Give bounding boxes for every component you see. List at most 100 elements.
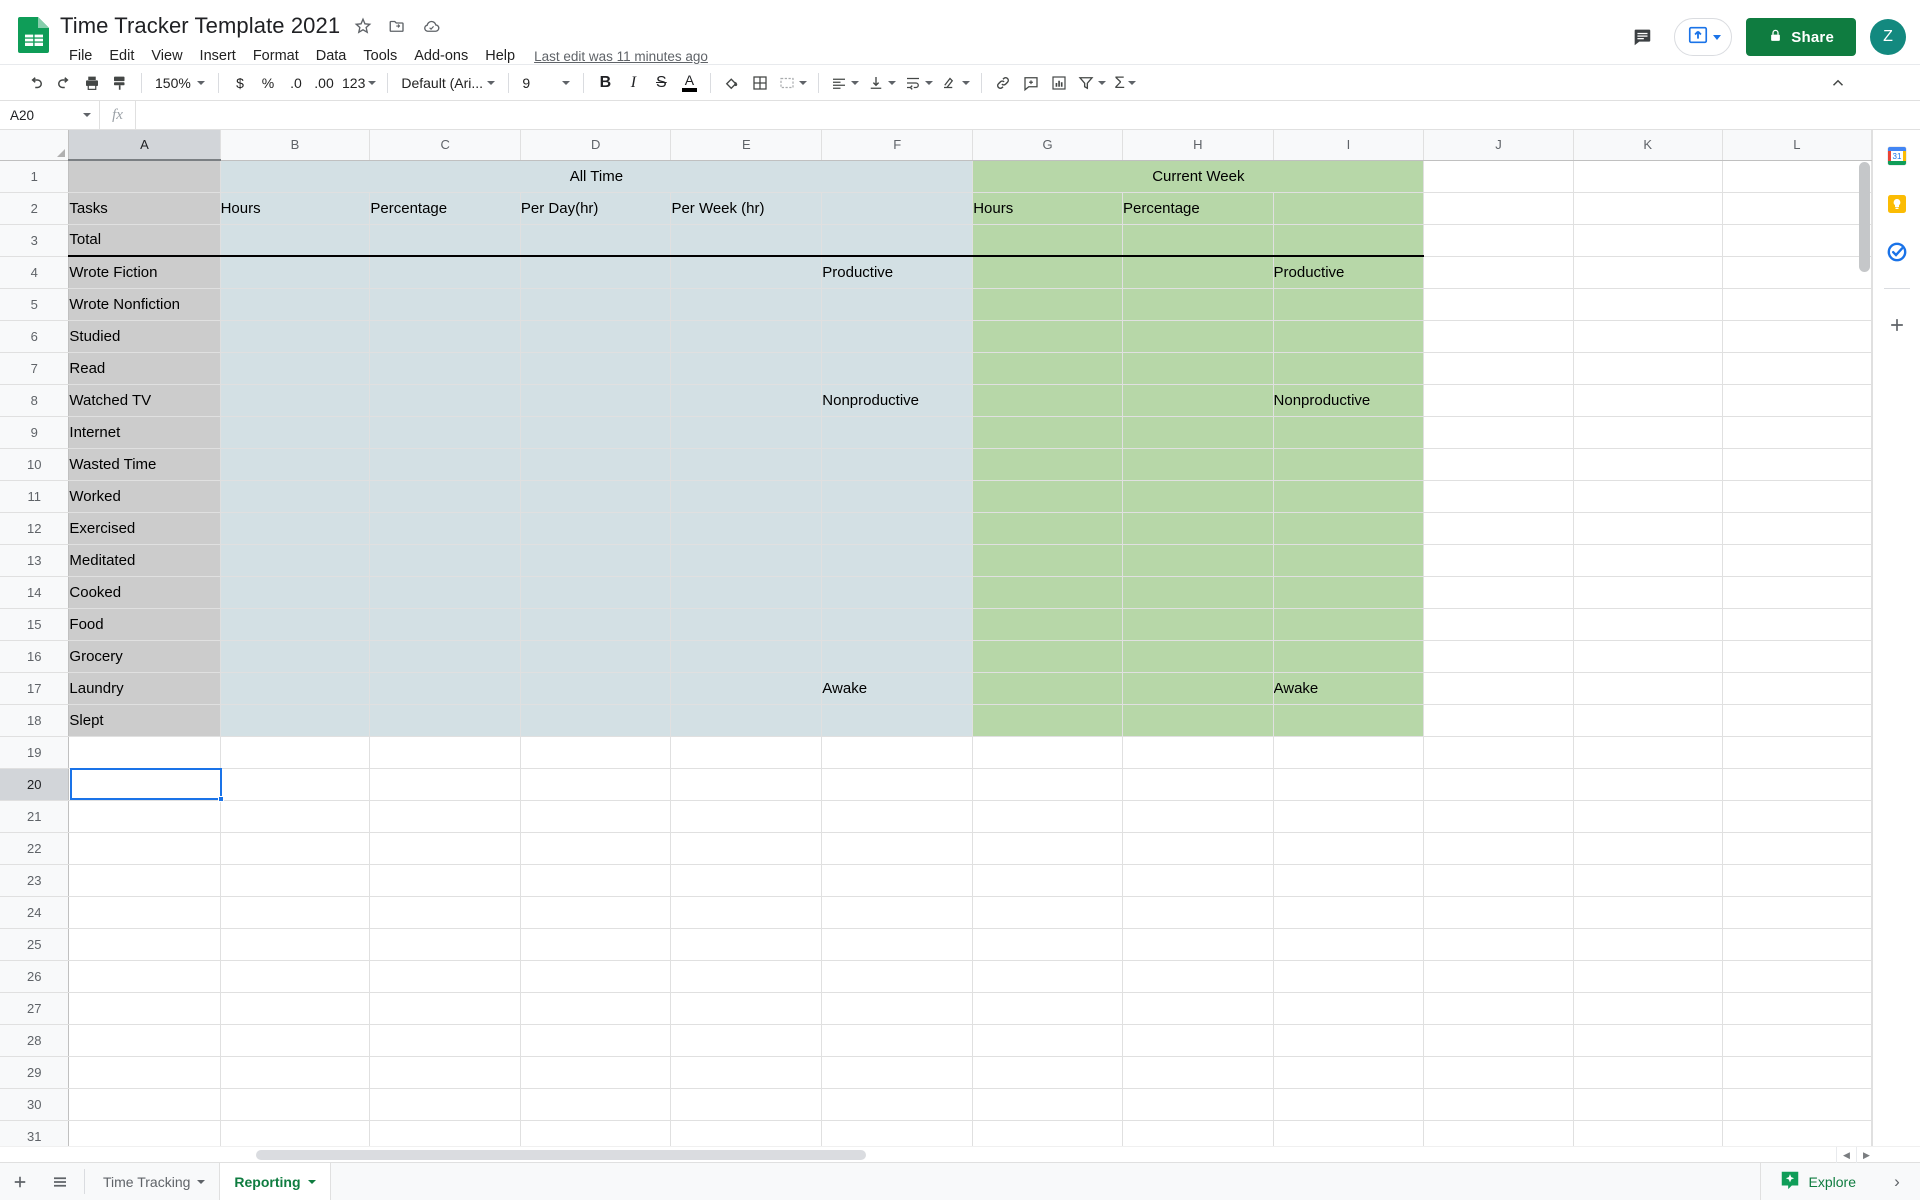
cell-E14[interactable] xyxy=(670,576,823,609)
avatar[interactable]: Z xyxy=(1870,19,1906,55)
cell-H16[interactable] xyxy=(1122,640,1274,673)
cell-E31[interactable] xyxy=(670,1120,823,1146)
cell-D7[interactable] xyxy=(520,352,672,385)
cell-A9[interactable]: Internet xyxy=(68,416,221,449)
formula-input[interactable] xyxy=(136,101,1920,129)
cell-B19[interactable] xyxy=(220,736,371,769)
cell-H14[interactable] xyxy=(1122,576,1274,609)
cell-I27[interactable] xyxy=(1273,992,1425,1025)
cell-F5[interactable] xyxy=(821,288,974,321)
cell-B18[interactable] xyxy=(220,704,371,737)
cell-D21[interactable] xyxy=(520,800,672,833)
explore-button[interactable]: Explore xyxy=(1759,1163,1874,1200)
cell-A26[interactable] xyxy=(68,960,221,993)
name-box[interactable]: A20 xyxy=(0,101,100,129)
cell-B28[interactable] xyxy=(220,1024,371,1057)
cell-K3[interactable] xyxy=(1573,224,1723,257)
chevron-down-icon[interactable] xyxy=(83,113,91,117)
cell-B25[interactable] xyxy=(220,928,371,961)
cell-L12[interactable] xyxy=(1722,512,1872,545)
cell-L5[interactable] xyxy=(1722,288,1872,321)
cell-B11[interactable] xyxy=(220,480,371,513)
cell-F20[interactable] xyxy=(821,768,974,801)
cell-C14[interactable] xyxy=(369,576,521,609)
cell-I10[interactable] xyxy=(1273,448,1425,481)
cell-A8[interactable]: Watched TV xyxy=(68,384,221,417)
cell-J24[interactable] xyxy=(1423,896,1574,929)
row-header-29[interactable]: 29 xyxy=(0,1056,70,1089)
cell-E6[interactable] xyxy=(670,320,823,353)
row-header-4[interactable]: 4 xyxy=(0,256,70,289)
cell-J2[interactable] xyxy=(1423,192,1574,225)
cell-G3[interactable] xyxy=(972,224,1123,257)
cell-G16[interactable] xyxy=(972,640,1123,673)
cell-banner-current-week[interactable]: Current Week xyxy=(972,160,1425,193)
cell-A19[interactable] xyxy=(68,736,221,769)
cell-K4[interactable] xyxy=(1573,256,1723,289)
cell-C30[interactable] xyxy=(369,1088,521,1121)
cell-H2[interactable]: Percentage xyxy=(1122,192,1274,225)
cell-G9[interactable] xyxy=(972,416,1123,449)
cell-G29[interactable] xyxy=(972,1056,1123,1089)
cell-B22[interactable] xyxy=(220,832,371,865)
cell-K18[interactable] xyxy=(1573,704,1723,737)
row-header-13[interactable]: 13 xyxy=(0,544,70,577)
cell-J15[interactable] xyxy=(1423,608,1574,641)
cell-G19[interactable] xyxy=(972,736,1123,769)
cell-C24[interactable] xyxy=(369,896,521,929)
cell-J22[interactable] xyxy=(1423,832,1574,865)
cell-D8[interactable] xyxy=(520,384,672,417)
filter-icon[interactable] xyxy=(1073,69,1110,97)
row-header-28[interactable]: 28 xyxy=(0,1024,70,1057)
cell-G23[interactable] xyxy=(972,864,1123,897)
cell-E12[interactable] xyxy=(670,512,823,545)
cell-A30[interactable] xyxy=(68,1088,221,1121)
cell-K15[interactable] xyxy=(1573,608,1723,641)
cell-B6[interactable] xyxy=(220,320,371,353)
increase-decimal-button[interactable]: .00 xyxy=(310,69,338,97)
cell-L27[interactable] xyxy=(1722,992,1872,1025)
cell-H19[interactable] xyxy=(1122,736,1274,769)
cell-K24[interactable] xyxy=(1573,896,1723,929)
cell-F23[interactable] xyxy=(821,864,974,897)
print-icon[interactable] xyxy=(78,69,106,97)
cell-E7[interactable] xyxy=(670,352,823,385)
document-title[interactable]: Time Tracker Template 2021 xyxy=(60,13,340,39)
cell-I3[interactable] xyxy=(1273,224,1425,257)
cell-C7[interactable] xyxy=(369,352,521,385)
cell-D28[interactable] xyxy=(520,1024,672,1057)
cell-K22[interactable] xyxy=(1573,832,1723,865)
cell-B24[interactable] xyxy=(220,896,371,929)
cell-I25[interactable] xyxy=(1273,928,1425,961)
cell-B10[interactable] xyxy=(220,448,371,481)
cell-E19[interactable] xyxy=(670,736,823,769)
cell-J27[interactable] xyxy=(1423,992,1574,1025)
cell-F31[interactable] xyxy=(821,1120,974,1146)
cell-A23[interactable] xyxy=(68,864,221,897)
text-color-button[interactable]: A xyxy=(675,69,703,97)
cell-I13[interactable] xyxy=(1273,544,1425,577)
cell-F29[interactable] xyxy=(821,1056,974,1089)
cell-K16[interactable] xyxy=(1573,640,1723,673)
cell-A21[interactable] xyxy=(68,800,221,833)
cell-A16[interactable]: Grocery xyxy=(68,640,221,673)
cell-C8[interactable] xyxy=(369,384,521,417)
cell-F19[interactable] xyxy=(821,736,974,769)
cell-E17[interactable] xyxy=(670,672,823,705)
cell-G15[interactable] xyxy=(972,608,1123,641)
cell-G27[interactable] xyxy=(972,992,1123,1025)
cell-K13[interactable] xyxy=(1573,544,1723,577)
cell-D23[interactable] xyxy=(520,864,672,897)
cell-D17[interactable] xyxy=(520,672,672,705)
row-header-7[interactable]: 7 xyxy=(0,352,70,385)
cell-L3[interactable] xyxy=(1722,224,1872,257)
cell-G30[interactable] xyxy=(972,1088,1123,1121)
cell-C4[interactable] xyxy=(369,256,521,289)
vertical-scrollbar[interactable] xyxy=(1859,162,1870,1130)
cell-I16[interactable] xyxy=(1273,640,1425,673)
cell-banner-all-time[interactable]: All Time xyxy=(220,160,974,193)
cell-C17[interactable] xyxy=(369,672,521,705)
cell-A27[interactable] xyxy=(68,992,221,1025)
cell-H24[interactable] xyxy=(1122,896,1274,929)
cell-D31[interactable] xyxy=(520,1120,672,1146)
